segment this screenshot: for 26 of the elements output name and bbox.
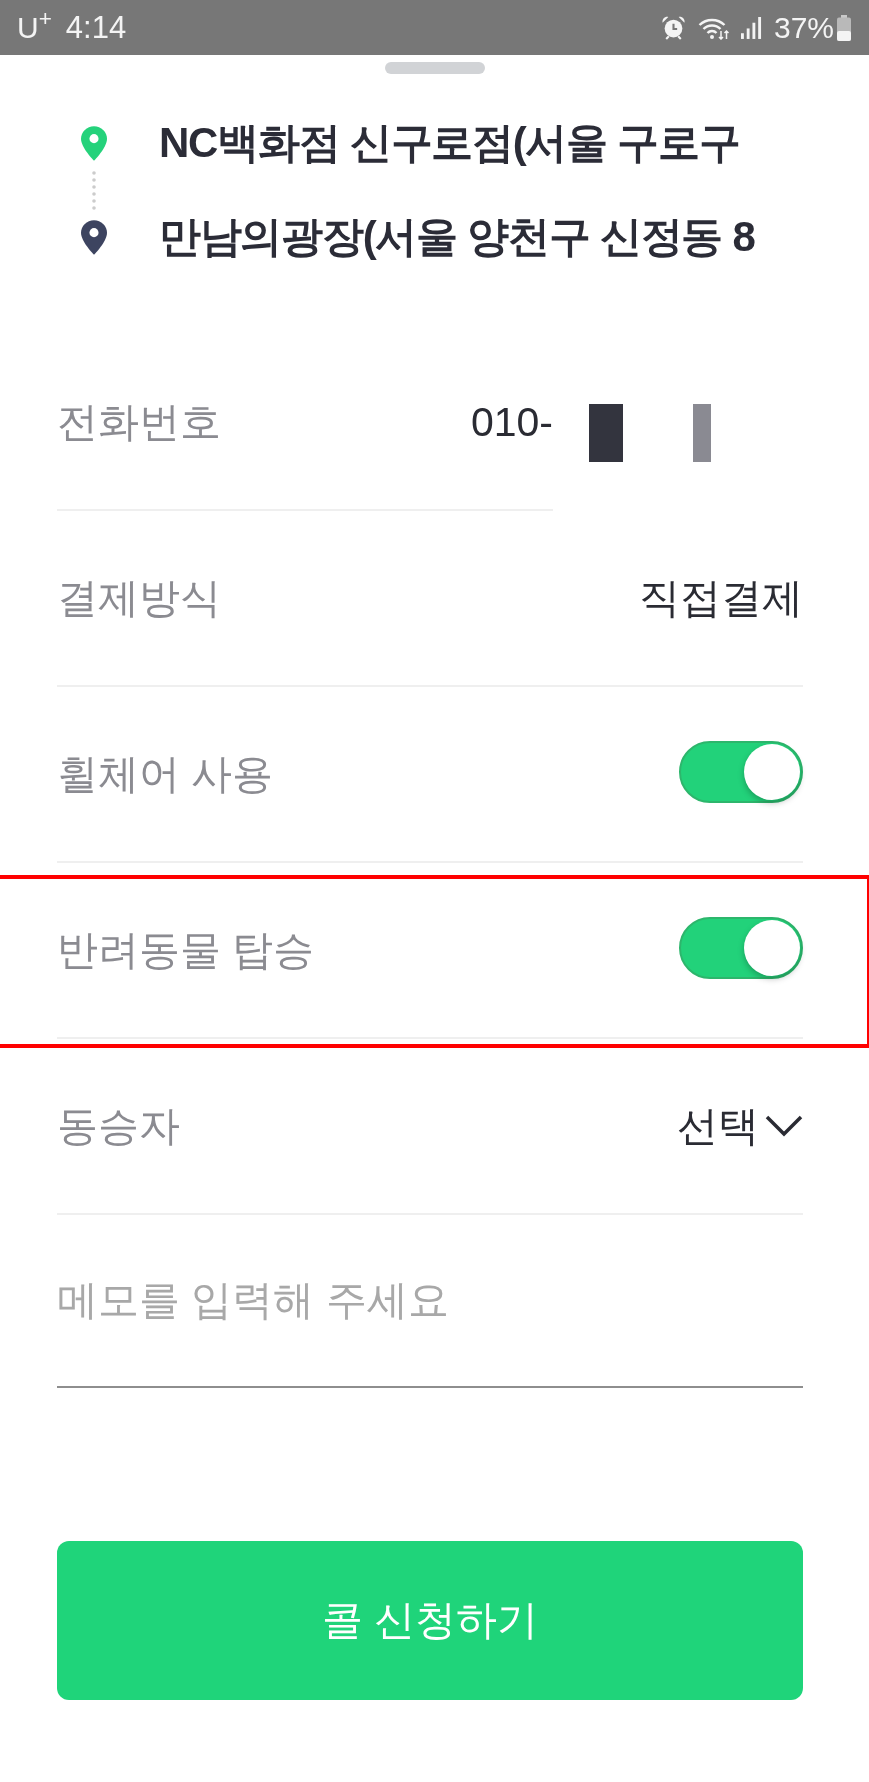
- battery-icon: [837, 14, 851, 41]
- redaction-block: [693, 404, 711, 462]
- carrier-label: U$^{+}$: [17, 12, 52, 43]
- chevron-down-icon: [765, 1115, 803, 1137]
- redaction-block: [589, 404, 623, 462]
- field-label: 전화번호: [57, 401, 221, 443]
- field-value: 직접결제: [639, 577, 803, 619]
- field-label: 동승자: [57, 1105, 180, 1147]
- map-pin-icon: [81, 125, 107, 161]
- field-label: 결제방식: [57, 577, 221, 619]
- alarm-clock-icon: [660, 15, 686, 40]
- drag-handle[interactable]: [384, 62, 485, 74]
- route-address: NC백화점 신구로점(서울 구로구: [159, 122, 740, 164]
- select-dropdown[interactable]: 선택: [677, 1105, 803, 1147]
- toggle-switch[interactable]: [679, 916, 803, 979]
- memo-field[interactable]: 메모를 입력해 주세요: [57, 1215, 803, 1388]
- battery-percent: 37%: [773, 12, 834, 43]
- field-label: 반려동물 탑승: [57, 929, 315, 971]
- map-pin-icon: [81, 219, 107, 255]
- signal-bars-icon: [740, 16, 762, 39]
- field-label: 휠체어 사용: [57, 753, 274, 795]
- field-value: 010-: [470, 401, 553, 443]
- time-label: 4:14: [65, 12, 127, 43]
- dotted-connector: [92, 170, 96, 210]
- toggle-switch[interactable]: [679, 740, 803, 803]
- route-address: 만남의광장(서울 양천구 신정동 8: [159, 216, 755, 258]
